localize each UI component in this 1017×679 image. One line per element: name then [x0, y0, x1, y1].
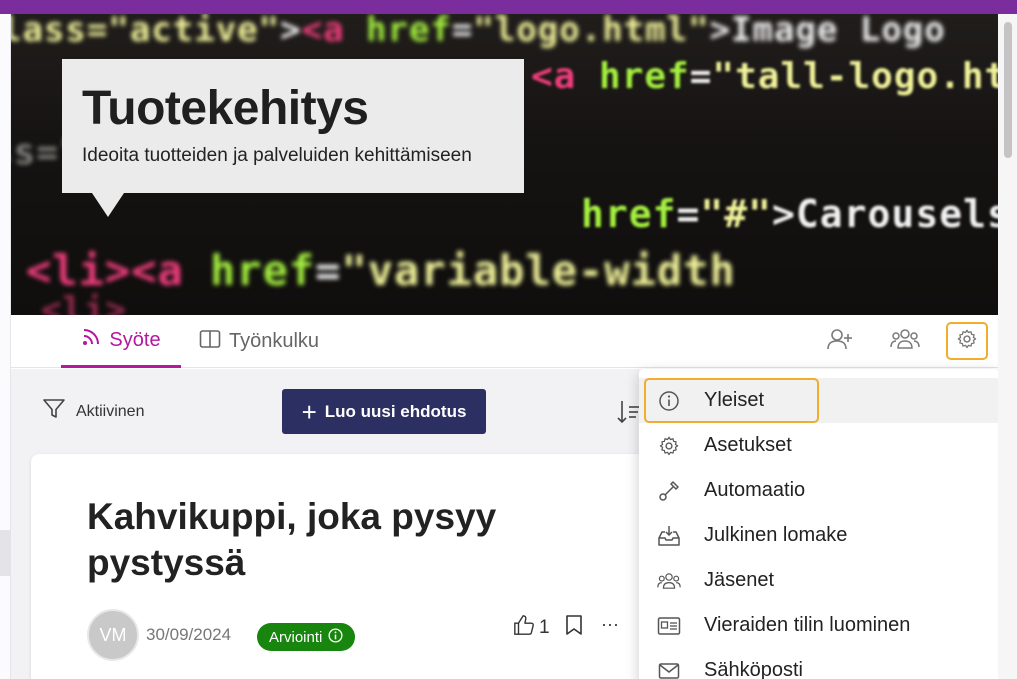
id-card-icon: [657, 614, 681, 638]
sort-icon: [616, 401, 640, 429]
side-panel-handle[interactable]: [0, 530, 11, 576]
menu-item-public-form[interactable]: Julkinen lomake: [639, 513, 999, 558]
avatar: VM: [87, 609, 139, 661]
tab-workflow-label: Työnkulku: [229, 330, 320, 352]
menu-item-label: Vieraiden tilin luominen: [704, 614, 911, 636]
create-proposal-label: Luo uusi ehdotus: [324, 401, 467, 421]
bookmark-button[interactable]: [565, 614, 583, 641]
menu-item-label: Asetukset: [704, 434, 792, 456]
columns-icon: [199, 329, 221, 355]
menu-item-label: Sähköposti: [704, 659, 803, 679]
ellipsis-icon: ···: [601, 614, 619, 634]
settings-dropdown-menu: Yleiset Asetukset Automaatio Julkinen lo…: [639, 369, 999, 679]
header-banner-image: lass="active"><a href="logo.html">Image …: [11, 14, 998, 315]
group-icon: [890, 327, 920, 356]
menu-item-settings[interactable]: Asetukset: [639, 423, 999, 468]
members-icon: [657, 569, 681, 593]
rss-feed-icon: [81, 327, 101, 353]
settings-button[interactable]: [946, 322, 988, 360]
avatar-initials: VM: [99, 624, 127, 645]
like-count: 1: [539, 617, 550, 638]
vertical-scrollbar[interactable]: [998, 14, 1017, 679]
members-button[interactable]: [884, 322, 926, 360]
banner-code-decoration: <li><a href="variable-width: [26, 246, 736, 295]
thumbs-up-icon: [513, 614, 535, 642]
menu-item-automation[interactable]: Automaatio: [639, 468, 999, 513]
tab-feed-label: Syöte: [109, 328, 161, 351]
workspace-tab-bar: Syöte Työnkulku: [11, 315, 998, 368]
menu-item-email[interactable]: Sähköposti: [639, 648, 999, 679]
filter-label: Aktiivinen: [76, 402, 145, 420]
scrollbar-thumb[interactable]: [1004, 22, 1012, 158]
menu-item-guest-accounts[interactable]: Vieraiden tilin luominen: [639, 603, 999, 648]
add-member-button[interactable]: [819, 322, 861, 360]
app-top-bar: [0, 0, 1017, 14]
bookmark-icon: [565, 615, 583, 640]
banner-code-decoration: href="#">Carousels: [581, 192, 998, 236]
banner-code-decoration: <a href="tall-logo.htm: [531, 56, 998, 97]
automation-icon: [657, 479, 681, 503]
left-side-panel: [0, 14, 11, 679]
create-proposal-button[interactable]: + Luo uusi ehdotus: [282, 389, 486, 434]
page-title: Tuotekehitys: [82, 82, 369, 135]
more-options-button[interactable]: ···: [601, 614, 619, 635]
gear-icon: [956, 328, 978, 355]
proposal-card[interactable]: Kahvikuppi, joka pysyy pystyssä VM 30/09…: [31, 454, 661, 679]
banner-title-card: Tuotekehitys Ideoita tuotteiden ja palve…: [62, 59, 524, 217]
like-button[interactable]: 1: [513, 614, 550, 642]
gear-icon: [657, 434, 681, 458]
info-icon: [328, 627, 343, 647]
status-label: Arviointi: [269, 628, 323, 646]
inbox-download-icon: [657, 524, 681, 548]
status-badge[interactable]: Arviointi: [257, 623, 356, 651]
menu-item-label: Julkinen lomake: [704, 524, 848, 546]
mail-icon: [657, 659, 681, 679]
page-subtitle: Ideoita tuotteiden ja palveluiden kehitt…: [82, 145, 472, 166]
banner-code-decoration: <li>: [41, 290, 127, 315]
menu-item-label: Automaatio: [704, 479, 806, 501]
status-filter[interactable]: Aktiivinen: [42, 397, 144, 426]
tab-workflow[interactable]: Työnkulku: [199, 315, 319, 368]
proposal-date: 30/09/2024: [146, 625, 232, 644]
banner-code-decoration: lass="active"><a href="logo.html">Image …: [11, 14, 946, 50]
menu-item-label: Jäsenet: [704, 569, 775, 591]
user-plus-icon: [826, 327, 854, 356]
menu-item-members[interactable]: Jäsenet: [639, 558, 999, 603]
filter-icon: [42, 397, 66, 426]
proposal-title[interactable]: Kahvikuppi, joka pysyy pystyssä: [87, 494, 527, 586]
keyboard-focus-ring: [644, 378, 819, 423]
plus-icon: +: [301, 396, 317, 427]
sort-button[interactable]: [616, 399, 640, 430]
tab-feed[interactable]: Syöte: [61, 315, 181, 368]
